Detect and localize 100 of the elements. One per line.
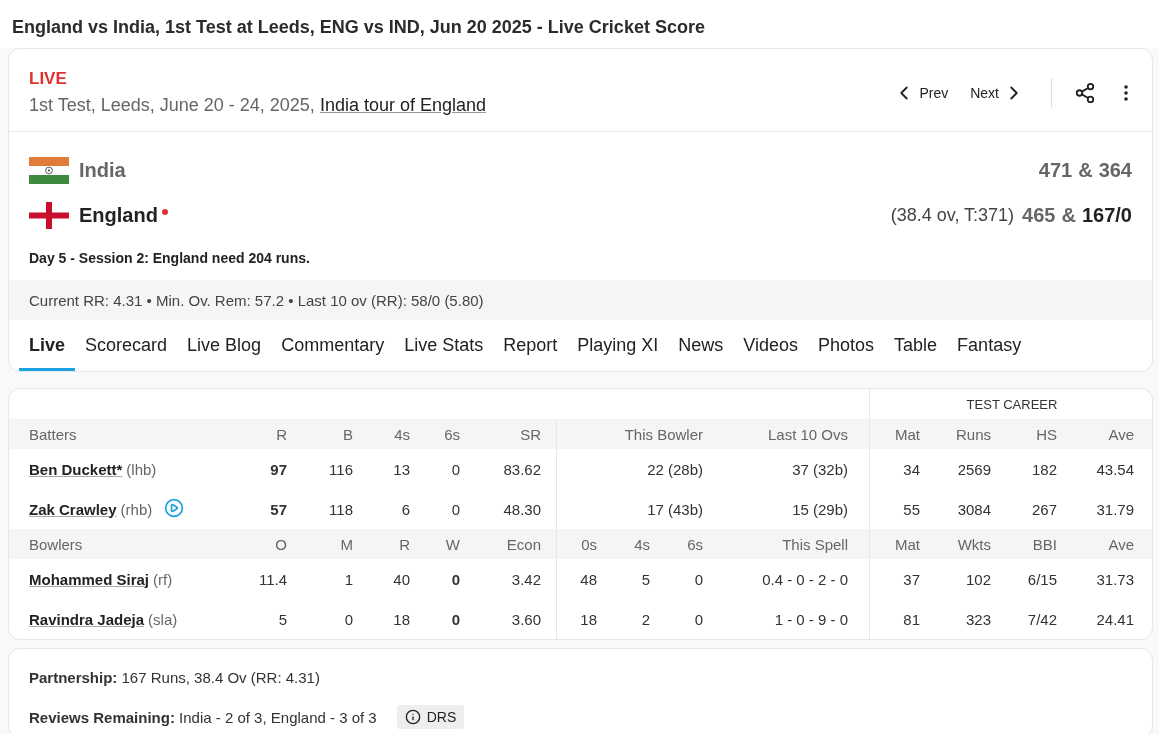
run-rate-bar: Current RR: 4.31 • Min. Ov. Rem: 57.2 • Last 10 ov (RR): 58/0 (5.80) bbox=[9, 280, 1152, 320]
column-header: Batters bbox=[9, 419, 247, 449]
column-header: Mat bbox=[869, 419, 920, 449]
player-style: (rf) bbox=[153, 570, 173, 588]
player-link[interactable]: Mohammed Siraj bbox=[29, 570, 150, 588]
table-cell: 34 bbox=[869, 449, 920, 489]
player-style: (sla) bbox=[148, 610, 178, 628]
player-link[interactable]: Ravindra Jadeja bbox=[29, 610, 145, 628]
next-button[interactable]: Next bbox=[962, 77, 1033, 108]
reviews-text: Reviews Remaining: India - 2 of 3, England - 3 of 3 bbox=[29, 708, 377, 726]
table-cell-text: 0 bbox=[693, 609, 703, 630]
table-cell-text: 118 bbox=[328, 499, 353, 520]
tab[interactable]: Live bbox=[19, 320, 76, 371]
prev-button[interactable]: Prev bbox=[885, 77, 957, 108]
table-cell-text: 323 bbox=[964, 609, 991, 630]
table-cell: 22 (28b) bbox=[556, 449, 703, 489]
table-cell-text: 48.30 bbox=[502, 499, 542, 520]
table-cell-text: 3.42 bbox=[510, 569, 542, 590]
column-header: HS bbox=[991, 419, 1057, 449]
innings-separator: & bbox=[1061, 204, 1076, 227]
batting-dot bbox=[161, 208, 168, 215]
table-cell-text: 83.62 bbox=[502, 459, 542, 480]
column-header: W bbox=[410, 529, 460, 559]
table-cell-text: 97 bbox=[269, 459, 287, 480]
tab[interactable]: Report bbox=[493, 320, 568, 371]
match-status: Day 5 - Session 2: England need 204 runs. bbox=[29, 250, 311, 266]
column-header: O bbox=[247, 529, 287, 559]
table-cell-text: 0.4 - 0 - 2 - 0 bbox=[761, 569, 849, 590]
table-cell-text: 2569 bbox=[956, 459, 991, 480]
column-header: Mat bbox=[869, 529, 920, 559]
tab[interactable]: Live Stats bbox=[394, 320, 494, 371]
table-cell-text: 31.79 bbox=[1095, 499, 1135, 520]
table-cell: 37 bbox=[869, 559, 920, 599]
team-name: India bbox=[79, 159, 126, 182]
innings-score: 364 bbox=[1098, 159, 1132, 182]
info-icon bbox=[404, 709, 421, 725]
innings-score: 167/0 bbox=[1081, 204, 1132, 227]
column-header: 4s bbox=[597, 529, 650, 559]
table-cell: 48 bbox=[556, 559, 597, 599]
tab[interactable]: News bbox=[668, 320, 734, 371]
column-header: SR bbox=[460, 419, 556, 449]
share-icon bbox=[1074, 81, 1096, 104]
table-cell: 81 bbox=[869, 599, 920, 639]
table-cell: 18 bbox=[556, 599, 597, 639]
column-header: R bbox=[247, 419, 287, 449]
player-style: (rhb) bbox=[120, 500, 153, 518]
table-cell-text: 0 bbox=[450, 609, 460, 630]
tab[interactable]: Photos bbox=[808, 320, 885, 371]
column-header: Econ bbox=[460, 529, 556, 559]
table-cell-text: 31.73 bbox=[1095, 569, 1135, 590]
table-cell-text: 37 (32b) bbox=[791, 459, 849, 480]
tab[interactable]: Table bbox=[884, 320, 948, 371]
player-link[interactable]: Zak Crawley bbox=[29, 500, 117, 518]
table-cell-text: 6 bbox=[400, 499, 410, 520]
table-cell-text: 3.60 bbox=[510, 609, 542, 630]
drs-button[interactable]: DRS bbox=[396, 705, 465, 729]
table-cell-text: 1 - 0 - 9 - 0 bbox=[773, 609, 849, 630]
column-header: This Bowler bbox=[556, 419, 703, 449]
tab[interactable]: Scorecard bbox=[75, 320, 178, 371]
table-cell-text: 0 bbox=[343, 609, 353, 630]
table-cell-text: 0 bbox=[693, 569, 703, 590]
table-cell-text: 0 bbox=[450, 499, 460, 520]
innings-separator: & bbox=[1078, 159, 1093, 182]
player-link[interactable]: Ben Duckett* bbox=[29, 460, 123, 478]
team-name: England bbox=[79, 204, 158, 227]
column-header: This Spell bbox=[703, 529, 869, 559]
table-cell-text: 0 bbox=[450, 569, 460, 590]
table-cell-text: 102 bbox=[964, 569, 991, 590]
player-style: (lhb) bbox=[126, 460, 157, 478]
live-status: LIVE bbox=[29, 69, 68, 89]
tab[interactable]: Videos bbox=[733, 320, 809, 371]
table-cell-text: 18 bbox=[392, 609, 410, 630]
match-description: 1st Test, Leeds, June 20 - 24, 2025, bbox=[29, 95, 315, 115]
table-cell-text: 11.4 bbox=[257, 569, 287, 590]
table-cell-text: 0 bbox=[450, 459, 460, 480]
column-header: M bbox=[287, 529, 353, 559]
play-icon[interactable] bbox=[164, 497, 185, 518]
table-cell-text: 7/42 bbox=[1026, 609, 1057, 630]
column-header: Bowlers bbox=[9, 529, 247, 559]
tab[interactable]: Fantasy bbox=[947, 320, 1032, 371]
column-header: 4s bbox=[353, 419, 410, 449]
table-cell-text: 13 bbox=[392, 459, 410, 480]
table-cell-text: 1 bbox=[343, 569, 353, 590]
column-header: 0s bbox=[556, 529, 597, 559]
innings-score: 471 bbox=[1038, 159, 1073, 182]
tab[interactable]: Commentary bbox=[271, 320, 395, 371]
column-header: BBI bbox=[991, 529, 1057, 559]
table-cell-text: 24.41 bbox=[1095, 609, 1135, 630]
column-header: Runs bbox=[920, 419, 991, 449]
table-cell-text: 267 bbox=[1030, 499, 1057, 520]
tab[interactable]: Playing XI bbox=[567, 320, 669, 371]
column-header: Ave bbox=[1057, 529, 1152, 559]
series-link[interactable]: India tour of England bbox=[319, 95, 486, 115]
page-title: England vs India, 1st Test at Leeds, ENG vs IND, Jun 20 2025 - Live Cricket Score bbox=[0, 0, 1159, 48]
tab[interactable]: Live Blog bbox=[177, 320, 272, 371]
innings-score: 465 bbox=[1022, 204, 1056, 227]
table-cell-text: 6/15 bbox=[1026, 569, 1057, 590]
table-cell-text: 43.54 bbox=[1095, 459, 1135, 480]
table-cell-text: 57 bbox=[269, 499, 287, 520]
column-header: Last 10 Ovs bbox=[703, 419, 869, 449]
